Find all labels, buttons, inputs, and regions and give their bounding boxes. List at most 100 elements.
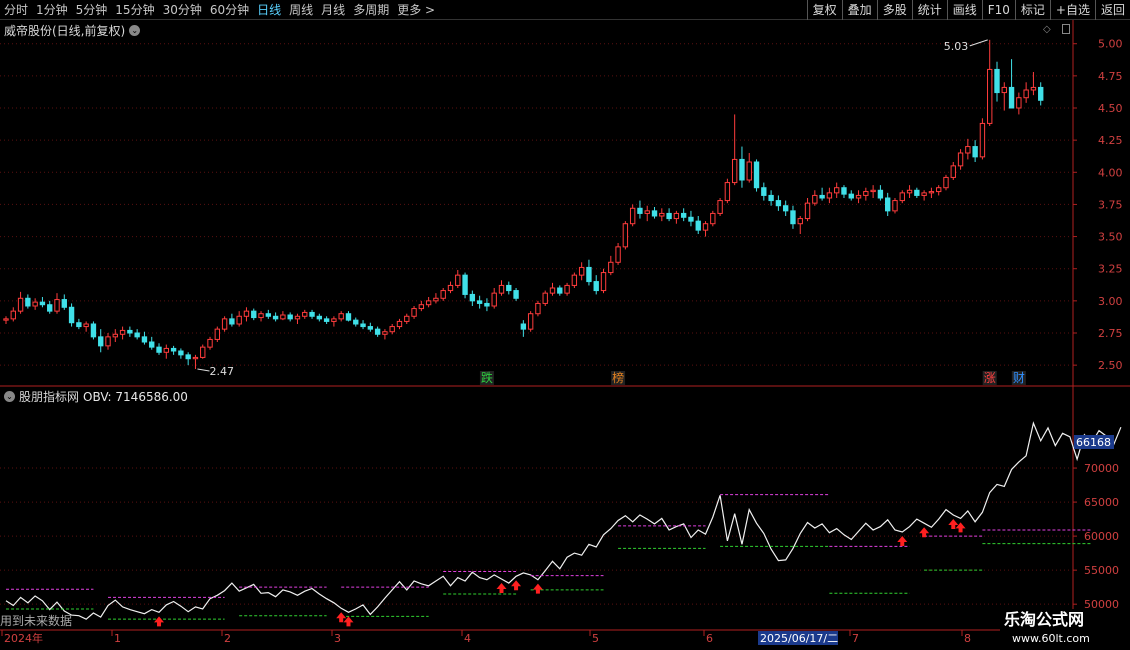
candle-body <box>1008 86 1015 109</box>
candle-body <box>972 146 978 158</box>
candle-body <box>520 323 527 330</box>
candle-body <box>513 290 519 299</box>
candle-body <box>549 287 556 294</box>
candle-body <box>39 301 46 306</box>
candle-body <box>644 210 650 214</box>
candle-body <box>593 281 599 292</box>
candle-body <box>119 329 126 335</box>
candle-body <box>746 161 752 181</box>
candle-body <box>688 216 694 222</box>
candle-body <box>112 333 118 338</box>
candle-body <box>163 347 169 353</box>
candle-body <box>214 328 221 340</box>
candle-body <box>105 336 111 347</box>
candle-body <box>61 299 67 308</box>
price-tick-label: 3.25 <box>1098 263 1123 276</box>
date-label: 1 <box>114 632 121 645</box>
buy-arrow-icon <box>511 580 522 591</box>
future-data-note: 用到未来数据 <box>0 614 73 628</box>
price-tick-label: 4.75 <box>1098 70 1123 83</box>
price-tick-label: 3.50 <box>1098 231 1123 244</box>
candle-body <box>258 313 264 319</box>
price-tick-label: 3.75 <box>1098 198 1123 211</box>
candle-body <box>476 300 483 304</box>
candle-body <box>302 311 308 317</box>
candle-body <box>54 299 60 312</box>
candle-body <box>979 122 986 158</box>
date-label: 5 <box>592 632 599 645</box>
date-label: 6 <box>706 632 713 645</box>
buy-arrow-icon <box>154 616 165 627</box>
candle-body <box>469 293 476 302</box>
candle-body <box>717 200 723 214</box>
candle-body <box>221 318 228 330</box>
candle-body <box>870 189 876 193</box>
candle-body <box>957 152 964 167</box>
candle-body <box>83 323 89 328</box>
candle-body <box>345 313 352 321</box>
candle-body <box>25 297 31 307</box>
stock-chart[interactable]: 5.00 4.75 4.50 4.25 4.00 3.75 3.50 3.25 3.00 2.75… <box>0 0 1130 650</box>
candle-body <box>622 223 629 248</box>
candle-body <box>338 313 344 320</box>
candle-body <box>833 187 840 194</box>
candle-body <box>928 191 935 194</box>
candle-body <box>76 322 82 328</box>
candle-body <box>695 220 701 231</box>
candle-body <box>790 210 796 225</box>
candle-body <box>156 346 162 353</box>
event-marker: 涨 <box>984 370 996 385</box>
candle-body <box>578 266 585 276</box>
candle-body <box>702 223 709 231</box>
low-arrow <box>197 368 210 372</box>
candle-body <box>389 326 395 333</box>
candle-body <box>615 246 621 263</box>
candle-body <box>236 315 242 325</box>
candle-body <box>899 192 905 202</box>
candle-body <box>775 200 782 207</box>
candle-body <box>906 189 913 194</box>
candle-body <box>892 200 898 212</box>
candle-body <box>768 194 774 202</box>
candle-body <box>440 290 446 299</box>
cursor-date-label: 2025/06/17/二 <box>760 632 838 645</box>
candle-body <box>280 314 286 320</box>
candle-body <box>127 329 133 334</box>
price-tick-label: 5.00 <box>1098 38 1123 51</box>
candle-body <box>447 284 454 292</box>
candle-body <box>418 304 425 310</box>
candle-body <box>1030 86 1037 91</box>
candle-body <box>491 292 497 307</box>
high-arrow <box>969 39 988 47</box>
candle-body <box>826 192 833 199</box>
candle-body <box>637 207 643 214</box>
candle-body <box>659 212 665 217</box>
candle-body <box>819 194 825 199</box>
candle-body <box>936 187 942 193</box>
price-tick-label: 4.50 <box>1098 102 1123 115</box>
candle-body <box>753 161 760 189</box>
candle-body <box>367 326 374 330</box>
watermark-name: 乐淘公式网 <box>1004 610 1085 629</box>
candle-body <box>724 182 731 202</box>
candle-body <box>557 287 563 294</box>
candle-body <box>535 302 541 315</box>
candle-body <box>10 310 16 320</box>
candle-body <box>731 158 738 184</box>
candle-body <box>323 318 330 322</box>
event-marker: 榜 <box>612 370 624 385</box>
candle-body <box>571 274 578 286</box>
watermark: 乐淘公式网 www.60lt.com <box>1000 609 1130 650</box>
candle-body <box>331 318 337 322</box>
candle-body <box>265 313 272 317</box>
candle-body <box>629 207 636 225</box>
candle-body <box>149 341 155 348</box>
obv-tick-label: 60000 <box>1084 530 1119 543</box>
candle-body <box>68 306 75 324</box>
price-tick-label: 4.00 <box>1098 166 1123 179</box>
candle-body <box>608 261 614 274</box>
candle-body <box>47 304 53 312</box>
buy-arrow-icon <box>897 536 908 547</box>
candle-body <box>272 315 279 320</box>
candle-body <box>3 318 9 321</box>
